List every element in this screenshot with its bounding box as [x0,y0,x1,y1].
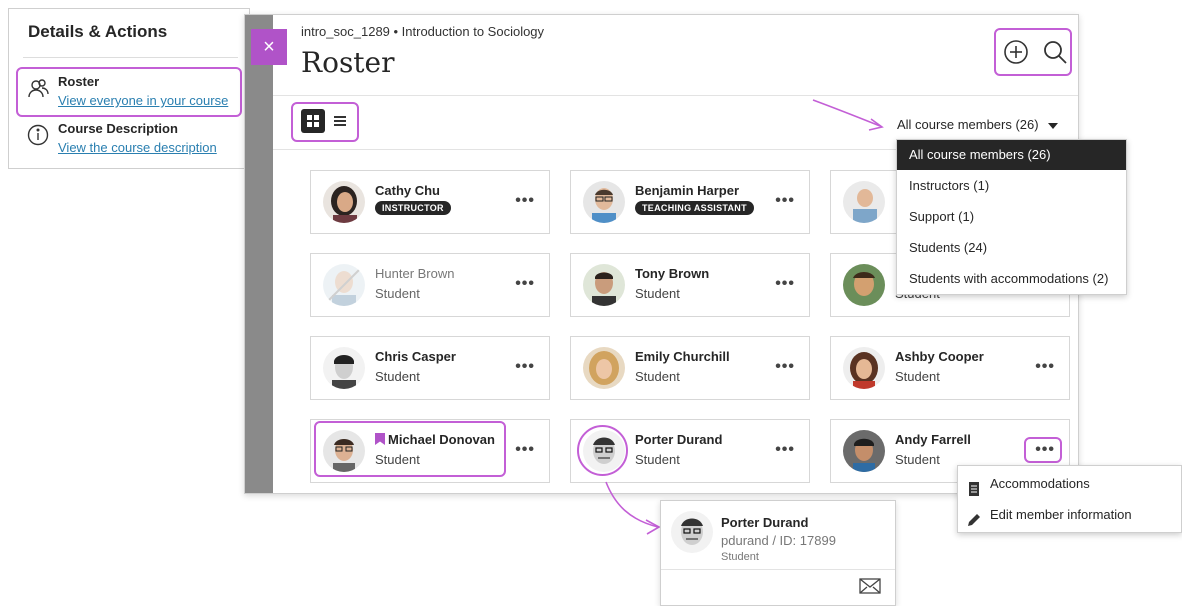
profile-divider [661,569,895,570]
profile-role: Student [721,551,759,563]
member-profile-card: Porter Durand pdurand / ID: 17899 Studen… [660,500,896,606]
filter-option-instructors[interactable]: Instructors (1) [897,171,1126,201]
member-filter-menu: All course members (26) Instructors (1) … [896,139,1127,295]
edit-member-label: Edit member information [990,507,1132,522]
filter-option-all[interactable]: All course members (26) [897,140,1126,170]
accommodations-label: Accommodations [990,476,1090,491]
profile-id: pdurand / ID: 17899 [721,533,836,548]
profile-name: Porter Durand [721,515,809,530]
accommodations-menu-item[interactable]: Accommodations [958,469,1181,499]
document-icon [967,477,981,496]
pencil-icon [967,508,981,526]
filter-option-support[interactable]: Support (1) [897,202,1126,232]
avatar [671,511,713,553]
edit-member-menu-item[interactable]: Edit member information [958,500,1181,530]
filter-option-accommodations[interactable]: Students with accommodations (2) [897,264,1126,294]
member-options-menu: Accommodations Edit member information [957,465,1182,533]
mail-icon[interactable] [859,578,881,594]
filter-option-students[interactable]: Students (24) [897,233,1126,263]
